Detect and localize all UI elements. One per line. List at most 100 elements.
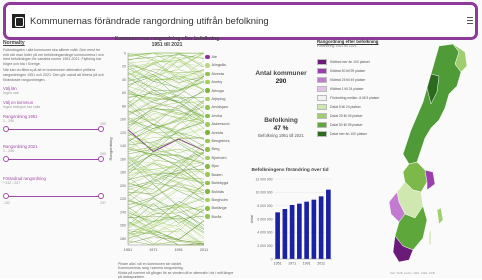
rank-1951-slider[interactable]: 290: [3, 122, 106, 134]
menu-icon[interactable]: [467, 17, 473, 26]
y-tick-label: 240: [120, 210, 126, 214]
lan-filter-dropdown[interactable]: Ingen valt: [3, 91, 106, 96]
legend-item[interactable]: Borlänge: [205, 204, 250, 212]
legend-item[interactable]: Boden: [205, 171, 250, 179]
kommun-legend: Ale Alingsås Alvesta Aneby Arboga Arjeplog Arv…: [205, 53, 250, 221]
tab-normalty[interactable]: Normalty: [3, 41, 106, 46]
map-legend-label: Klättrat 50 till 99 platser: [330, 68, 366, 73]
kommun-rank-line[interactable]: [127, 73, 205, 91]
x-tick-label: 1991: [174, 248, 182, 252]
kommun-filter-dropdown[interactable]: Ingen kategori har valts: [3, 105, 106, 110]
legend-item[interactable]: Arboga: [205, 87, 250, 95]
x-tick-label: 2011: [317, 262, 325, 266]
count-stat: Antal kommuner 290: [248, 70, 314, 85]
legend-label: Arvidsjaur: [211, 105, 229, 110]
y-tick-label: 0: [124, 51, 126, 55]
y-tick-label: 80: [122, 104, 126, 108]
slider-handle-min[interactable]: [3, 156, 9, 163]
x-tick-label: 2011: [200, 248, 208, 252]
change-slider[interactable]: [3, 192, 106, 201]
legend-dot-icon: [205, 138, 210, 144]
map-region-stockholm[interactable]: [424, 169, 436, 191]
legend-dot-icon: [205, 79, 210, 85]
legend-dot-icon: [205, 71, 210, 77]
count-label: Antal kommuner: [255, 70, 307, 77]
legend-item[interactable]: Borgholm: [205, 196, 250, 204]
legend-item[interactable]: Alvesta: [205, 70, 250, 78]
growth-stat: Befolkning 47 % Befolkning 1951 till 202…: [248, 117, 314, 138]
population-bar[interactable]: [318, 196, 324, 259]
population-bar[interactable]: [275, 212, 280, 259]
slider-handle-min[interactable]: [3, 193, 9, 200]
legend-item[interactable]: Arvidsjaur: [205, 103, 250, 111]
legend-item[interactable]: Arvika: [205, 112, 250, 120]
legend-dot-icon: [205, 130, 210, 135]
legend-label: Avesta: [211, 130, 224, 135]
growth-value: 47 %: [273, 125, 289, 132]
legend-dot-icon: [205, 96, 210, 102]
population-bar-chart[interactable]: Antal 0 2 000 000 4 000 000 6 000 000 8 000 0…: [250, 173, 335, 271]
legend-item[interactable]: Arjeplog: [205, 95, 250, 103]
legend-dot-icon: [205, 189, 210, 194]
rank-1951-range: 1 - 290: [3, 119, 15, 124]
legend-label: Borgholm: [211, 197, 228, 202]
kommun-rank-line[interactable]: [127, 222, 204, 246]
legend-item[interactable]: Aneby: [205, 78, 250, 86]
slider-max-label: 290: [100, 152, 106, 157]
legend-item[interactable]: Bollnäs: [205, 188, 250, 196]
population-bar[interactable]: [297, 203, 302, 259]
chart-note: Klicka på rummet nå gånger för se vinste…: [118, 270, 234, 280]
map-legend-label: Dalat 25 till 49 platser: [330, 113, 363, 118]
slider-handle-max[interactable]: [98, 193, 104, 200]
intro-text-2: När kan du filtrera på att en kommunen a…: [3, 68, 104, 82]
map-legend-label: Klättrat 1 till 24 platser: [330, 86, 364, 91]
x-tick-label: 1971: [149, 248, 157, 252]
population-bar[interactable]: [311, 199, 317, 259]
population-bar[interactable]: [289, 205, 295, 259]
legend-item[interactable]: Ale: [205, 53, 250, 61]
header-bar: Kommunernas förändrade rangordning utifr…: [3, 2, 478, 40]
kommun-rank-line[interactable]: [127, 151, 205, 197]
legend-item[interactable]: Borås: [205, 213, 250, 221]
y-tick-label: 10 000 000: [256, 191, 273, 195]
legend-item[interactable]: Alingsås: [205, 61, 250, 69]
map-region-oland[interactable]: [428, 229, 432, 247]
legend-label: Bjuv: [211, 164, 219, 169]
legend-item[interactable]: Bjurholm: [205, 154, 250, 162]
y-tick-label: 180: [120, 171, 126, 175]
legend-item[interactable]: Bjuv: [205, 162, 250, 170]
legend-label: Askersund: [211, 122, 230, 127]
kommun-rank-line[interactable]: [127, 172, 205, 190]
change-range: +132 - 237: [3, 181, 21, 186]
population-bar[interactable]: [326, 189, 331, 259]
legend-dot-icon: [205, 122, 210, 127]
population-bar[interactable]: [304, 201, 309, 259]
legend-item[interactable]: Berg: [205, 145, 250, 153]
rank-2021-slider[interactable]: 290: [3, 152, 106, 164]
legend-label: Boden: [211, 172, 223, 177]
legend-item[interactable]: Avesta: [205, 129, 250, 137]
slider-handle-min[interactable]: [3, 126, 9, 133]
legend-label: Berg: [211, 147, 220, 152]
map-region-gotland[interactable]: [436, 207, 444, 225]
legend-dot-icon: [205, 172, 210, 177]
filter-panel: Normalty Folkmängden i alla kommuner ska…: [3, 41, 106, 275]
y-tick-label: 100: [120, 118, 126, 122]
legend-item[interactable]: Askersund: [205, 120, 250, 128]
legend-item[interactable]: Bengtsfors: [205, 137, 250, 145]
y-tick-label: 200: [120, 184, 126, 188]
legend-label: Bengtsfors: [211, 139, 230, 144]
scb-logo-icon: [12, 14, 25, 28]
legend-item[interactable]: Bollebygd: [205, 179, 250, 187]
map-legend-swatch: [317, 58, 327, 65]
map-region-norrland[interactable]: [402, 43, 462, 165]
population-bar[interactable]: [282, 209, 288, 259]
map-legend-label: Klättrat 25 till 49 platser: [330, 77, 366, 82]
legend-label: Bollnäs: [211, 189, 224, 194]
y-tick-label: 280: [120, 237, 126, 241]
rank-line-chart[interactable]: Rangordning 0 20 40 60 80 100 120 140 160 180 200 22…: [108, 47, 208, 262]
legend-dot-icon: [205, 63, 210, 68]
y-tick-label: 8 000 000: [257, 204, 272, 208]
sweden-map[interactable]: [369, 42, 474, 270]
x-tick-label: 1991: [303, 262, 311, 266]
